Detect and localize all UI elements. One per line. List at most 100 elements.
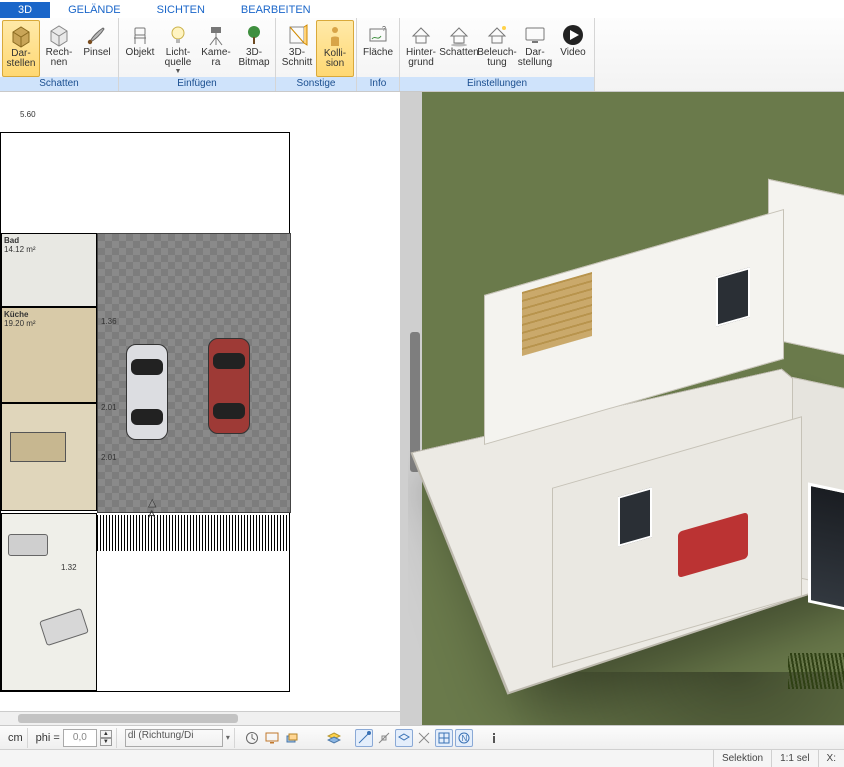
room-dining[interactable] bbox=[1, 403, 97, 511]
snap-intersection-icon[interactable] bbox=[415, 729, 433, 747]
phi-field: phi = ▲▼ bbox=[32, 728, 117, 748]
bulb-icon bbox=[165, 22, 191, 48]
view-3d[interactable] bbox=[408, 92, 844, 725]
brush-icon bbox=[84, 22, 110, 48]
layers-tool-icon[interactable] bbox=[283, 729, 301, 747]
scrollbar-horizontal-2d[interactable] bbox=[0, 711, 400, 725]
group-label-einstellungen: Einstellungen bbox=[400, 77, 594, 91]
tab-3d[interactable]: 3D bbox=[0, 2, 50, 18]
objekt-button[interactable]: Objekt bbox=[121, 20, 159, 77]
video-button[interactable]: Video bbox=[554, 20, 592, 77]
section-a-label: A bbox=[148, 509, 156, 521]
shadow-house-icon bbox=[446, 22, 472, 48]
view-splitter[interactable] bbox=[400, 92, 408, 725]
phi-label: phi = bbox=[36, 732, 60, 744]
schnitt3d-button[interactable]: 3D- Schnitt bbox=[278, 20, 316, 77]
scrollbar-thumb[interactable] bbox=[18, 714, 238, 723]
status-ratio: 1:1 sel bbox=[771, 750, 817, 767]
tab-sichten[interactable]: SICHTEN bbox=[139, 2, 223, 18]
room-bad[interactable]: Bad 14.12 m² bbox=[1, 233, 97, 307]
darstellung-label: Dar- stellung bbox=[518, 48, 552, 68]
tab-gelaende[interactable]: GELÄNDE bbox=[50, 2, 139, 18]
schatten2-label: Schatten bbox=[439, 48, 478, 58]
room-kueche-area: 19.20 m² bbox=[4, 319, 94, 328]
house-3d-model[interactable] bbox=[448, 152, 844, 695]
schnitt3d-label: 3D- Schnitt bbox=[282, 48, 313, 68]
bitmap3d-button[interactable]: 3D- Bitmap bbox=[235, 20, 273, 77]
scrollbar-vertical-3d[interactable] bbox=[408, 92, 422, 725]
beleuchtung-label: Beleuch- tung bbox=[477, 48, 516, 68]
status-selektion: Selektion bbox=[713, 750, 771, 767]
bitmap3d-label: 3D- Bitmap bbox=[238, 48, 269, 68]
svg-text:?: ? bbox=[382, 26, 386, 33]
person-collision-icon bbox=[322, 23, 348, 49]
ribbon-group-info: ? Fläche Info bbox=[357, 18, 400, 91]
layers-stack-icon[interactable] bbox=[325, 729, 343, 747]
room-kueche-label: Küche bbox=[4, 310, 94, 319]
dim-small-2: 2.01 bbox=[101, 403, 117, 412]
area-icon: ? bbox=[365, 22, 391, 48]
kamera-button[interactable]: Kame- ra bbox=[197, 20, 235, 77]
lichtquelle-button[interactable]: Licht- quelle ▼ bbox=[159, 20, 197, 77]
ribbon-group-einstellungen: Hinter- grund Schatten Beleuch- tung Dar… bbox=[400, 18, 595, 91]
status-x: X: bbox=[818, 750, 844, 767]
phi-spinner[interactable]: ▲▼ bbox=[100, 730, 112, 746]
tab-bearbeiten[interactable]: BEARBEITEN bbox=[223, 2, 329, 18]
status-bar: Selektion 1:1 sel X: bbox=[0, 749, 844, 767]
ribbon-group-einfuegen: Objekt Licht- quelle ▼ Kame- ra 3D- Bit bbox=[119, 18, 276, 91]
hintergrund-label: Hinter- grund bbox=[406, 48, 436, 68]
monitor-small-icon[interactable] bbox=[263, 729, 281, 747]
snap-node-icon[interactable]: N bbox=[455, 729, 473, 747]
dl-select[interactable]: dl (Richtung/Di bbox=[125, 729, 223, 747]
spin-down-icon[interactable]: ▼ bbox=[100, 738, 112, 746]
section-icon bbox=[284, 22, 310, 48]
dimension-top-value: 5.60 bbox=[20, 110, 36, 119]
dim-small-4: 1.32 bbox=[61, 563, 77, 572]
room-kueche[interactable]: Küche 19.20 m² bbox=[1, 307, 97, 403]
info-small-icon[interactable] bbox=[485, 729, 503, 747]
play-icon bbox=[560, 22, 586, 48]
pinsel-label: Pinsel bbox=[83, 48, 110, 58]
rechnen-label: Rech- nen bbox=[46, 48, 73, 68]
ribbon: Dar- stellen Rech- nen Pinsel Schatten bbox=[0, 18, 844, 92]
phi-input[interactable] bbox=[63, 729, 97, 747]
lighting-house-icon bbox=[484, 22, 510, 48]
tree-icon bbox=[241, 22, 267, 48]
darstellen-button[interactable]: Dar- stellen bbox=[2, 20, 40, 77]
car-red[interactable] bbox=[208, 338, 250, 434]
bottom-toolbar: cm phi = ▲▼ dl (Richtung/Di ▾ N bbox=[0, 725, 844, 749]
kollision-button[interactable]: Kolli- sion bbox=[316, 20, 354, 77]
kollision-label: Kolli- sion bbox=[324, 49, 346, 69]
room-bad-label: Bad bbox=[4, 236, 94, 245]
section-triangle-icon: △ bbox=[148, 496, 156, 509]
spin-up-icon[interactable]: ▲ bbox=[100, 730, 112, 738]
kamera-label: Kame- ra bbox=[201, 48, 230, 68]
flaeche-label: Fläche bbox=[363, 48, 393, 58]
workspace: 5.60 Bad 14.12 m² Küche 19.20 m² bbox=[0, 92, 844, 725]
floor-plan[interactable]: Bad 14.12 m² Küche 19.20 m² bbox=[0, 132, 290, 692]
camera-tripod-icon bbox=[203, 22, 229, 48]
darstellung-button[interactable]: Dar- stellung bbox=[516, 20, 554, 77]
history-icon[interactable] bbox=[243, 729, 261, 747]
dimension-top: 5.60 bbox=[0, 110, 400, 119]
hintergrund-button[interactable]: Hinter- grund bbox=[402, 20, 440, 77]
window-large bbox=[808, 482, 844, 621]
group-label-info: Info bbox=[357, 77, 399, 91]
schatten2-button[interactable]: Schatten bbox=[440, 20, 478, 77]
driveway[interactable] bbox=[97, 233, 291, 513]
unit-cm[interactable]: cm bbox=[4, 728, 28, 748]
snap-midpoint-icon[interactable] bbox=[375, 729, 393, 747]
snap-layer-icon[interactable] bbox=[395, 729, 413, 747]
dropdown-caret-icon: ▾ bbox=[226, 733, 230, 742]
section-marker: △ A bbox=[148, 496, 156, 521]
dim-small-1: 1.36 bbox=[101, 317, 117, 326]
car-silver[interactable] bbox=[126, 344, 168, 440]
beleuchtung-button[interactable]: Beleuch- tung bbox=[478, 20, 516, 77]
pinsel-button[interactable]: Pinsel bbox=[78, 20, 116, 77]
view-2d[interactable]: 5.60 Bad 14.12 m² Küche 19.20 m² bbox=[0, 92, 400, 725]
snap-grid-icon[interactable] bbox=[435, 729, 453, 747]
snap-endpoint-icon[interactable] bbox=[355, 729, 373, 747]
rechnen-button[interactable]: Rech- nen bbox=[40, 20, 78, 77]
flaeche-button[interactable]: ? Fläche bbox=[359, 20, 397, 77]
room-living[interactable] bbox=[1, 513, 97, 691]
